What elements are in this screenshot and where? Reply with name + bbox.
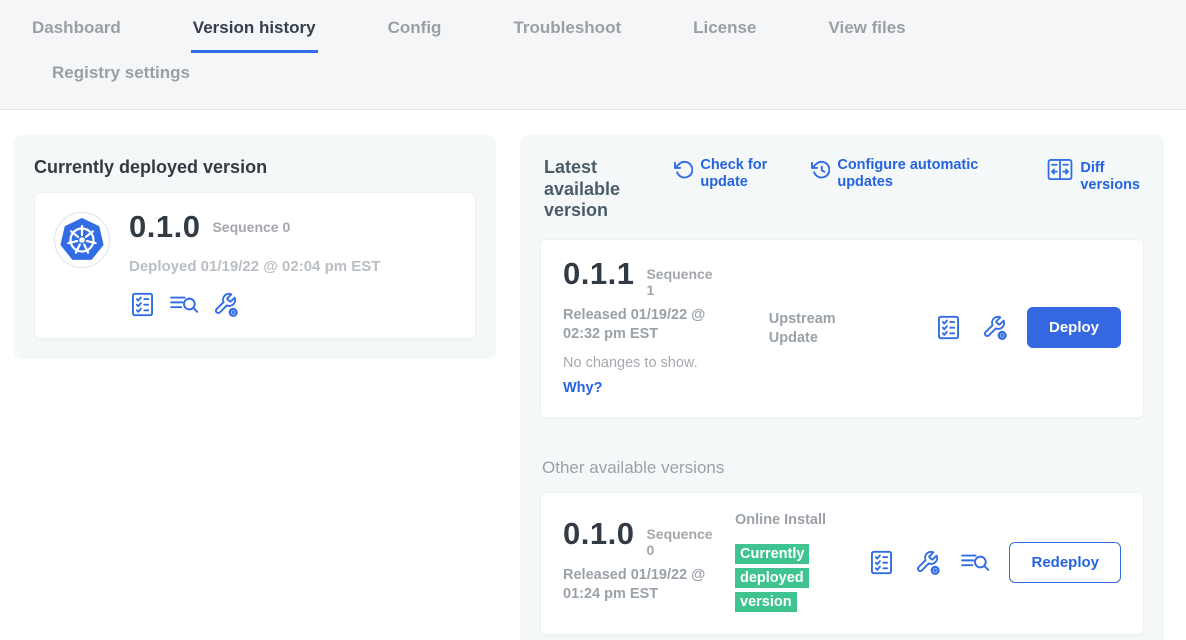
check-for-update-label: Check for update (700, 157, 784, 192)
configure-automatic-updates-label: Configure automatic updates (837, 157, 995, 192)
currently-deployed-badge: Currently deployed version (735, 544, 809, 612)
deployed-version-number: 0.1.0 (129, 211, 200, 244)
other-sequence-label: Sequence 0 (646, 526, 718, 558)
preflight-checks-icon[interactable] (935, 314, 962, 341)
content-area: Currently deployed version (0, 110, 1186, 640)
available-versions-header: Latest available version Check for updat… (540, 153, 1144, 222)
tab-config[interactable]: Config (386, 14, 444, 53)
deployed-version-card: 0.1.0 Sequence 0 Deployed 01/19/22 @ 02:… (34, 192, 476, 339)
diff-versions-icon (1047, 157, 1073, 186)
diff-versions-link[interactable]: Diff versions (1047, 157, 1140, 195)
preflight-checks-icon[interactable] (868, 549, 895, 576)
latest-version-card: 0.1.1 Sequence 1 Released 01/19/22 @ 02:… (540, 239, 1144, 418)
nav-row-primary: Dashboard Version history Config Trouble… (0, 14, 1186, 53)
other-versions-heading: Other available versions (540, 458, 1144, 478)
other-version-number: 0.1.0 (563, 518, 634, 551)
top-nav: Dashboard Version history Config Trouble… (0, 0, 1186, 110)
currently-deployed-title: Currently deployed version (34, 157, 476, 178)
latest-released-timestamp: Released 01/19/22 @ 02:32 pm EST (563, 306, 735, 344)
latest-version-source: Upstream Update (769, 258, 935, 397)
other-released-timestamp: Released 01/19/22 @ 01:24 pm EST (563, 566, 735, 604)
tab-view-files[interactable]: View files (826, 14, 907, 53)
configure-automatic-updates-link[interactable]: Configure automatic updates (810, 157, 995, 192)
edit-config-icon[interactable] (981, 314, 1008, 341)
deployed-timestamp: Deployed 01/19/22 @ 02:04 pm EST (129, 258, 380, 275)
available-versions-panel: Latest available version Check for updat… (520, 135, 1164, 640)
diff-versions-label: Diff versions (1080, 160, 1140, 195)
view-logs-icon[interactable] (169, 291, 199, 317)
why-link[interactable]: Why? (563, 380, 602, 396)
other-version-source: Online Install Currently deployed versio… (735, 511, 868, 614)
deployed-sequence-label: Sequence 0 (212, 219, 290, 235)
latest-changes-note: No changes to show. (563, 355, 769, 371)
tab-troubleshoot[interactable]: Troubleshoot (511, 14, 623, 53)
latest-version-number: 0.1.1 (563, 258, 634, 291)
view-logs-icon[interactable] (960, 549, 990, 575)
deployed-version-details: 0.1.0 Sequence 0 Deployed 01/19/22 @ 02:… (129, 211, 380, 318)
kubernetes-app-logo-icon (53, 211, 111, 274)
latest-version-details: 0.1.1 Sequence 1 Released 01/19/22 @ 02:… (563, 258, 769, 397)
tab-registry-settings[interactable]: Registry settings (50, 59, 192, 95)
preflight-checks-icon[interactable] (129, 291, 156, 318)
currently-deployed-panel: Currently deployed version (14, 135, 496, 359)
deploy-button[interactable]: Deploy (1027, 307, 1121, 348)
latest-sequence-label: Sequence 1 (646, 266, 718, 298)
check-update-icon (673, 157, 693, 185)
nav-row-secondary: Registry settings (0, 59, 1186, 109)
redeploy-button[interactable]: Redeploy (1009, 542, 1121, 583)
check-for-update-link[interactable]: Check for update (673, 157, 784, 192)
edit-config-icon[interactable] (212, 291, 239, 318)
other-version-card: 0.1.0 Sequence 0 Released 01/19/22 @ 01:… (540, 492, 1144, 635)
tab-version-history[interactable]: Version history (191, 14, 318, 53)
tab-license[interactable]: License (691, 14, 758, 53)
deployed-actions (129, 291, 380, 318)
upstream-update-label: Upstream Update (769, 310, 869, 348)
latest-available-title: Latest available version (544, 157, 647, 222)
tab-dashboard[interactable]: Dashboard (30, 14, 123, 53)
latest-version-controls: Deploy (935, 258, 1121, 397)
other-version-details: 0.1.0 Sequence 0 Released 01/19/22 @ 01:… (563, 511, 735, 614)
edit-config-icon[interactable] (914, 549, 941, 576)
other-version-controls: Redeploy (868, 511, 1121, 614)
online-install-label: Online Install (735, 511, 835, 530)
auto-updates-icon (810, 157, 830, 185)
